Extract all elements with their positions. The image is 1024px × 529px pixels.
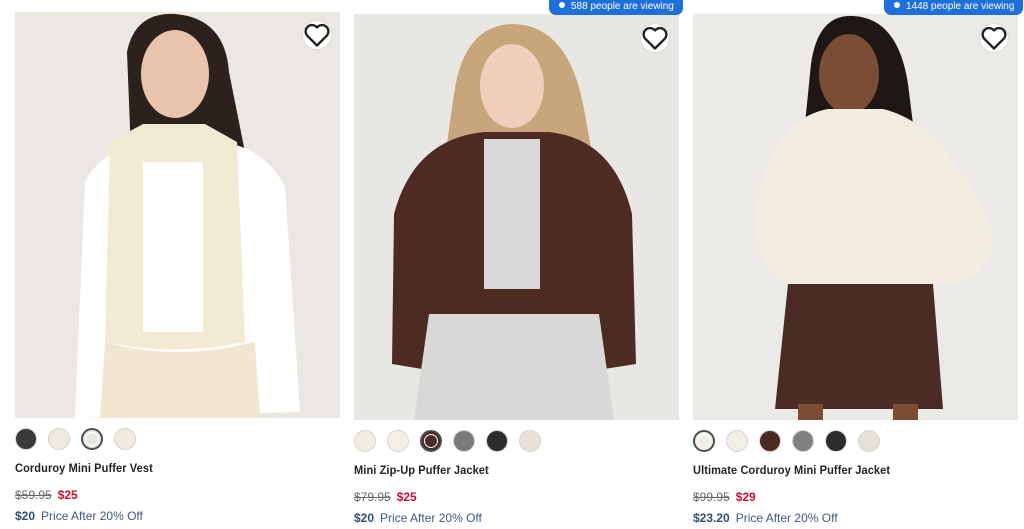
- price-row: $99.95 $29: [693, 490, 756, 504]
- product-image[interactable]: [354, 14, 679, 420]
- product-card[interactable]: 1448 people are viewing Ultimate Corduro…: [693, 0, 1024, 529]
- promo-label: Price After 20% Off: [380, 511, 482, 525]
- promo-row: $20 Price After 20% Off: [15, 509, 143, 523]
- live-dot-icon: [894, 2, 900, 8]
- color-swatch-grey[interactable]: [792, 430, 814, 452]
- heart-outline-icon: [304, 23, 330, 47]
- sale-price: $29: [735, 490, 756, 504]
- viewing-badge: 1448 people are viewing: [884, 0, 1024, 15]
- sale-price: $25: [396, 490, 417, 504]
- product-name[interactable]: Corduroy Mini Puffer Vest: [15, 461, 153, 475]
- viewing-count: 588 people are viewing: [571, 1, 674, 12]
- color-swatch-cream[interactable]: [693, 430, 715, 452]
- wishlist-button[interactable]: [303, 21, 331, 49]
- heart-outline-icon: [642, 26, 668, 50]
- promo-price: $23.20: [693, 511, 730, 525]
- model-photo-illustration: [15, 12, 340, 418]
- model-photo-illustration: [354, 14, 679, 420]
- product-image[interactable]: [15, 12, 340, 418]
- price-row: $79.95 $25: [354, 490, 417, 504]
- live-dot-icon: [559, 2, 565, 8]
- color-swatches: [354, 430, 552, 454]
- color-swatch-ivory[interactable]: [726, 430, 748, 452]
- color-swatch-ivory[interactable]: [387, 430, 409, 452]
- price-row: $59.95 $25: [15, 488, 78, 502]
- color-swatch-black[interactable]: [486, 430, 508, 452]
- color-swatch-cream[interactable]: [354, 430, 376, 452]
- original-price: $59.95: [15, 488, 52, 502]
- color-swatch-brown[interactable]: [759, 430, 781, 452]
- color-swatches: [693, 430, 891, 454]
- heart-outline-icon: [981, 26, 1007, 50]
- color-swatch-cream[interactable]: [48, 428, 70, 450]
- promo-price: $20: [354, 511, 375, 525]
- sale-price: $25: [57, 488, 78, 502]
- wishlist-button[interactable]: [980, 24, 1008, 52]
- product-card[interactable]: 588 people are viewing Mini Zip-Up Puffe…: [354, 0, 683, 529]
- viewing-count: 1448 people are viewing: [906, 1, 1015, 12]
- color-swatch-oatmeal[interactable]: [114, 428, 136, 450]
- promo-row: $23.20 Price After 20% Off: [693, 511, 838, 525]
- product-name[interactable]: Ultimate Corduroy Mini Puffer Jacket: [693, 463, 890, 477]
- color-swatch-black[interactable]: [825, 430, 847, 452]
- product-card[interactable]: Corduroy Mini Puffer Vest $59.95 $25 $20 P…: [15, 0, 340, 529]
- color-swatches: [15, 428, 147, 452]
- original-price: $79.95: [354, 490, 391, 504]
- color-swatch-oatmeal[interactable]: [858, 430, 880, 452]
- color-swatch-black[interactable]: [15, 428, 37, 450]
- color-swatch-oatmeal[interactable]: [519, 430, 541, 452]
- model-photo-illustration: [693, 14, 1018, 420]
- wishlist-button[interactable]: [641, 24, 669, 52]
- promo-row: $20 Price After 20% Off: [354, 511, 482, 525]
- promo-label: Price After 20% Off: [735, 511, 838, 525]
- color-swatch-brown[interactable]: [420, 430, 442, 452]
- promo-label: Price After 20% Off: [41, 509, 143, 523]
- viewing-badge: 588 people are viewing: [549, 0, 683, 15]
- color-swatch-ivory[interactable]: [81, 428, 103, 450]
- promo-price: $20: [15, 509, 36, 523]
- original-price: $99.95: [693, 490, 730, 504]
- product-image[interactable]: [693, 14, 1018, 420]
- product-name[interactable]: Mini Zip-Up Puffer Jacket: [354, 463, 489, 477]
- color-swatch-grey[interactable]: [453, 430, 475, 452]
